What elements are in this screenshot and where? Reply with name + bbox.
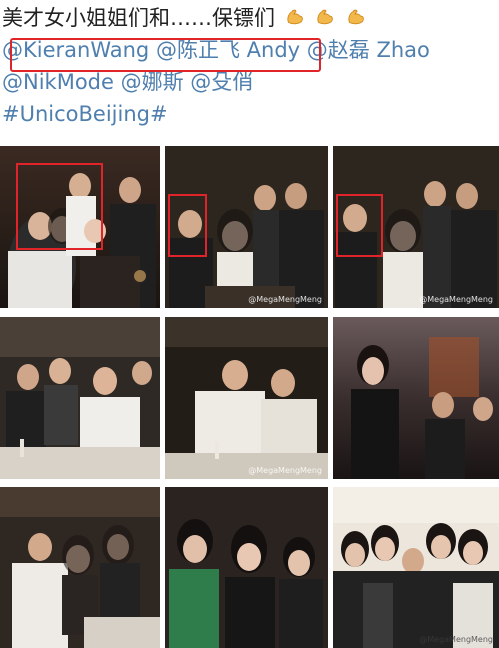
- photo-3[interactable]: @MegaMengMeng: [333, 146, 499, 308]
- photo-2[interactable]: @MegaMengMeng: [165, 146, 328, 308]
- photo-8-image: [165, 487, 328, 648]
- caption-text: 美才女小姐姐们和……保镖们: [2, 6, 275, 30]
- photo-5-image: [165, 317, 328, 479]
- photo-2-watermark: @MegaMengMeng: [248, 295, 322, 304]
- photo-7-image: [0, 487, 160, 648]
- highlight-box-photo-3: [336, 194, 383, 257]
- mention-nasi[interactable]: @娜斯: [121, 70, 184, 94]
- mention-nikmode[interactable]: @NikMode: [2, 70, 114, 94]
- photo-5[interactable]: @MegaMengMeng: [165, 317, 328, 479]
- flexed-biceps-icon: [348, 9, 364, 25]
- photo-6-image: [333, 317, 499, 479]
- photo-3-watermark: @MegaMengMeng: [419, 295, 493, 304]
- mention-highlight-box: [10, 38, 321, 72]
- photo-9-image: [333, 487, 499, 648]
- mention-zhao-lei[interactable]: @赵磊 Zhao: [307, 38, 430, 62]
- caption-line: 美才女小姐姐们和……保镖们: [2, 2, 498, 34]
- photo-9[interactable]: @MegaMengMeng: [333, 487, 499, 648]
- highlight-box-photo-1: [16, 163, 103, 250]
- photo-9-watermark: @MegaMengMeng: [419, 635, 493, 644]
- hashtag-line: #UnicoBeijing#: [2, 98, 498, 130]
- photo-1[interactable]: [0, 146, 160, 308]
- photo-7[interactable]: [0, 487, 160, 648]
- photo-8[interactable]: [165, 487, 328, 648]
- photo-grid: @MegaMengMeng @MegaMengMeng @MegaMengMen…: [0, 146, 499, 648]
- photo-5-watermark: @MegaMengMeng: [248, 466, 322, 475]
- hashtag-unicobeijing[interactable]: #UnicoBeijing#: [2, 102, 168, 126]
- flexed-biceps-icon: [287, 9, 303, 25]
- highlight-box-photo-2: [168, 194, 207, 257]
- weibo-post: 美才女小姐姐们和……保镖们 @KieranWang @陈正飞 Andy @赵磊 …: [0, 0, 499, 648]
- flexed-biceps-icon: [317, 9, 334, 25]
- mention-shu-qiao[interactable]: @殳俏: [190, 70, 253, 94]
- photo-4-image: [0, 317, 160, 479]
- photo-4[interactable]: [0, 317, 160, 479]
- photo-6[interactable]: [333, 317, 499, 479]
